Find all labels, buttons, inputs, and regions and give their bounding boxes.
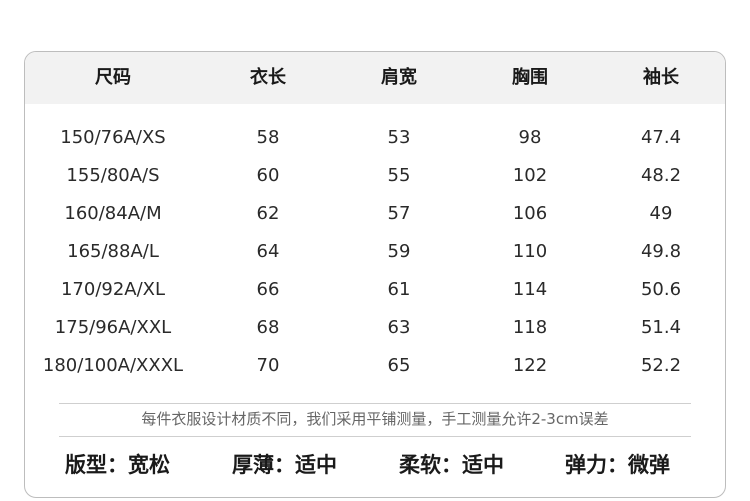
cell-sleeve: 47.4 <box>640 127 682 148</box>
cell-shoulder: 65 <box>387 355 411 376</box>
table-row: 155/80A/S 60 55 102 48.2 <box>25 157 725 195</box>
cell-length: 68 <box>256 317 280 338</box>
size-chart-card: 尺码 衣长 肩宽 胸围 袖长 150/76A/XS 58 53 98 47.4 … <box>24 51 726 498</box>
cell-length: 60 <box>256 165 280 186</box>
cell-chest: 114 <box>512 279 548 300</box>
cell-shoulder: 61 <box>387 279 411 300</box>
cell-size: 165/88A/L <box>67 241 159 262</box>
cell-length: 64 <box>256 241 280 262</box>
divider-bottom <box>59 436 691 437</box>
header-length: 衣长 <box>250 67 286 88</box>
cell-sleeve: 49.8 <box>640 241 682 262</box>
attr-softness: 柔软：适中 <box>399 453 504 477</box>
cell-chest: 106 <box>512 203 548 224</box>
cell-length: 62 <box>256 203 280 224</box>
header-sleeve: 袖长 <box>643 67 679 88</box>
cell-sleeve: 51.4 <box>640 317 682 338</box>
cell-size: 175/96A/XXL <box>54 317 172 338</box>
cell-chest: 122 <box>512 355 548 376</box>
table-row: 180/100A/XXXL 70 65 122 52.2 <box>25 347 725 385</box>
cell-shoulder: 59 <box>387 241 411 262</box>
cell-chest: 98 <box>518 127 542 148</box>
attr-fit: 版型：宽松 <box>65 453 170 477</box>
header-shoulder: 肩宽 <box>381 67 417 88</box>
cell-size: 155/80A/S <box>66 165 160 186</box>
cell-shoulder: 63 <box>387 317 411 338</box>
attr-thickness: 厚薄：适中 <box>232 453 337 477</box>
table-header: 尺码 衣长 肩宽 胸围 袖长 <box>25 52 725 104</box>
attr-elasticity: 弹力：微弹 <box>565 453 670 477</box>
cell-shoulder: 57 <box>387 203 411 224</box>
cell-chest: 118 <box>512 317 548 338</box>
cell-length: 66 <box>256 279 280 300</box>
table-row: 165/88A/L 64 59 110 49.8 <box>25 233 725 271</box>
table-row: 150/76A/XS 58 53 98 47.4 <box>25 119 725 157</box>
cell-shoulder: 55 <box>387 165 411 186</box>
cell-length: 70 <box>256 355 280 376</box>
cell-sleeve: 48.2 <box>640 165 682 186</box>
cell-size: 180/100A/XXXL <box>42 355 184 376</box>
cell-size: 170/92A/XL <box>60 279 166 300</box>
measurement-note: 每件衣服设计材质不同，我们采用平铺测量，手工测量允许2-3cm误差 <box>141 410 609 428</box>
cell-sleeve: 49 <box>649 203 673 224</box>
cell-size: 160/84A/M <box>64 203 162 224</box>
cell-length: 58 <box>256 127 280 148</box>
cell-sleeve: 50.6 <box>640 279 682 300</box>
table-row: 170/92A/XL 66 61 114 50.6 <box>25 271 725 309</box>
table-row: 175/96A/XXL 68 63 118 51.4 <box>25 309 725 347</box>
cell-chest: 102 <box>512 165 548 186</box>
cell-shoulder: 53 <box>387 127 411 148</box>
header-size: 尺码 <box>95 67 131 88</box>
table-row: 160/84A/M 62 57 106 49 <box>25 195 725 233</box>
header-chest: 胸围 <box>512 67 548 88</box>
cell-sleeve: 52.2 <box>640 355 682 376</box>
cell-size: 150/76A/XS <box>60 127 166 148</box>
cell-chest: 110 <box>512 241 548 262</box>
